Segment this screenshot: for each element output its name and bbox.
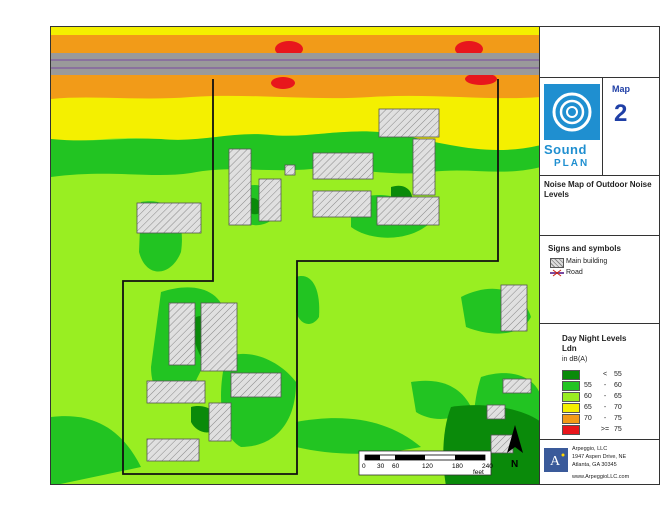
signs-section: Signs and symbols Main building Road xyxy=(540,235,659,324)
scale-bar: 0 30 60 120 180 240 feet xyxy=(358,450,493,476)
company-address1: 1947 Aspen Drive, NE xyxy=(572,454,627,460)
level-swatch xyxy=(562,380,580,391)
level-low: 55 xyxy=(584,382,592,389)
scale-tick-label: 30 xyxy=(377,463,385,470)
building xyxy=(208,402,232,442)
level-high: 65 xyxy=(614,393,622,400)
building xyxy=(312,190,372,218)
legend-panel: Sound PLAN Map 2 Noise Map of Outdoor No… xyxy=(540,26,660,485)
building xyxy=(168,302,196,366)
building xyxy=(200,302,238,372)
level-high: 75 xyxy=(614,415,622,422)
map-title: Noise Map of Outdoor Noise Levels xyxy=(544,180,652,199)
level-high: 60 xyxy=(614,382,622,389)
logo-section: Sound PLAN Map 2 xyxy=(540,77,659,176)
scale-unit: feet xyxy=(473,469,484,476)
soundplan-logo-icon xyxy=(544,84,600,140)
level-separator: < xyxy=(602,371,608,378)
brand-word1: Sound xyxy=(544,142,587,157)
level-high: 55 xyxy=(614,371,622,378)
signs-heading: Signs and symbols xyxy=(548,244,621,253)
levels-heading: Day Night Levels xyxy=(562,334,627,343)
level-row: <55 xyxy=(562,369,628,380)
level-separator: - xyxy=(603,382,607,389)
map-number: 2 xyxy=(614,100,628,127)
building xyxy=(146,380,206,404)
title-section: Noise Map of Outdoor Noise Levels xyxy=(540,175,659,232)
level-row: 55 -60 xyxy=(562,380,628,391)
scale-tick-label: 60 xyxy=(392,463,400,470)
level-separator: - xyxy=(603,404,607,411)
level-low: 60 xyxy=(584,393,592,400)
road xyxy=(51,53,539,75)
brand-word2: PLAN xyxy=(554,158,590,169)
level-row: 70 -75 xyxy=(562,413,628,424)
scale-tick-label: 120 xyxy=(422,463,433,470)
building xyxy=(376,196,440,226)
level-row: >= 75 xyxy=(562,424,628,435)
building xyxy=(258,178,282,222)
company-web: www.ArpeggioLLC.com xyxy=(572,474,630,480)
level-low: 70 xyxy=(584,415,592,422)
level-high: 70 xyxy=(614,404,622,411)
scale-tick-label: 180 xyxy=(452,463,463,470)
level-swatch xyxy=(562,413,580,424)
building xyxy=(284,164,296,176)
road-symbol-icon xyxy=(550,269,564,277)
level-row: 65 -70 xyxy=(562,402,628,413)
company-address2: Atlanta, GA 30345 xyxy=(572,462,617,468)
level-row: 60 -65 xyxy=(562,391,628,402)
sign-road: Road xyxy=(566,269,583,276)
level-swatch xyxy=(562,391,580,402)
building xyxy=(146,438,200,462)
building xyxy=(500,284,528,332)
levels-section: Day Night Levels Ldn in dB(A) <55 55-60 60… xyxy=(540,323,659,440)
building xyxy=(412,138,436,196)
building xyxy=(230,372,282,398)
level-high: 75 xyxy=(614,426,622,433)
building xyxy=(378,108,440,138)
level-swatch xyxy=(562,424,580,435)
noise-map-canvas: 0 30 60 120 180 240 feet N xyxy=(51,27,539,484)
svg-text:A: A xyxy=(550,454,561,469)
building xyxy=(228,148,252,226)
building-swatch-icon xyxy=(550,258,564,268)
levels-subheading: Ldn xyxy=(562,344,577,353)
levels-unit: in dB(A) xyxy=(562,356,588,363)
sign-main-building: Main building xyxy=(566,258,608,265)
zone-75-spot xyxy=(271,77,295,89)
level-separator: - xyxy=(603,415,607,422)
level-separator: >= xyxy=(600,426,610,433)
scale-tick-label: 0 xyxy=(362,463,366,470)
north-label: N xyxy=(511,459,518,470)
building xyxy=(486,404,506,420)
level-separator: - xyxy=(603,393,607,400)
map-number-label: Map xyxy=(612,84,630,94)
building xyxy=(136,202,202,234)
level-swatch xyxy=(562,369,580,380)
arpeggio-logo-icon: A xyxy=(544,448,568,472)
level-swatch xyxy=(562,402,580,413)
building xyxy=(312,152,374,180)
building xyxy=(502,378,532,394)
level-low: 65 xyxy=(584,404,592,411)
company-name: Arpeggio, LLC xyxy=(572,446,608,452)
noise-map: 0 30 60 120 180 240 feet N xyxy=(50,26,540,485)
company-section: A Arpeggio, LLC 1947 Aspen Drive, NE Atl… xyxy=(540,439,659,486)
